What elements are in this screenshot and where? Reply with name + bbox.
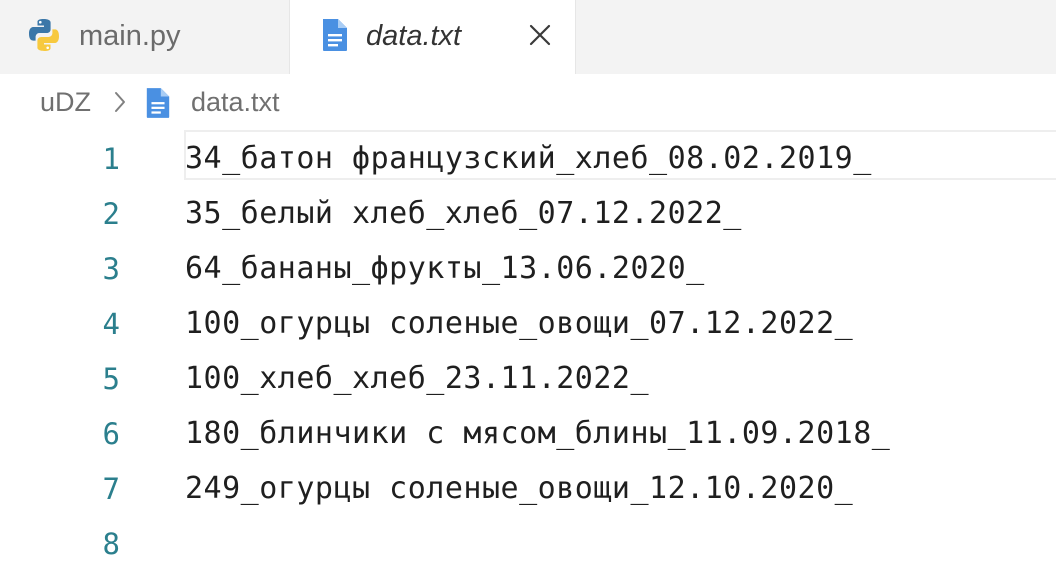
- chevron-right-icon: [113, 91, 127, 118]
- line-text[interactable]: 100_огурцы соленые_овощи_07.12.2022_: [185, 305, 853, 343]
- editor-line[interactable]: 8: [0, 517, 1056, 572]
- line-number: 5: [102, 362, 120, 396]
- file-text-icon: [144, 86, 172, 125]
- editor-line[interactable]: 2 35_белый хлеб_хлеб_07.12.2022_: [0, 187, 1056, 242]
- tab-main-py[interactable]: main.py: [0, 0, 290, 74]
- close-icon[interactable]: [529, 24, 551, 46]
- editor-line[interactable]: 6 180_блинчики с мясом_блины_11.09.2018_: [0, 407, 1056, 462]
- editor-line[interactable]: 7 249_огурцы соленые_овощи_12.10.2020_: [0, 462, 1056, 517]
- tab-data-txt[interactable]: data.txt: [290, 0, 576, 74]
- breadcrumb-folder[interactable]: uDZ: [40, 84, 91, 120]
- line-number: 3: [102, 252, 120, 286]
- line-number: 2: [102, 197, 120, 231]
- line-text[interactable]: 35_белый хлеб_хлеб_07.12.2022_: [185, 195, 742, 233]
- line-number: 7: [102, 472, 120, 506]
- tab-label: data.txt: [366, 20, 462, 52]
- breadcrumb-file[interactable]: data.txt: [191, 84, 280, 120]
- python-icon: [26, 17, 62, 58]
- line-number: 8: [102, 527, 120, 561]
- line-text[interactable]: 180_блинчики с мясом_блины_11.09.2018_: [185, 415, 890, 453]
- editor-line[interactable]: 1 34_батон французский_хлеб_08.02.2019_: [0, 132, 1056, 187]
- tab-label: main.py: [79, 20, 181, 52]
- tab-bar: main.py data.txt: [0, 0, 1056, 74]
- editor-line[interactable]: 4 100_огурцы соленые_овощи_07.12.2022_: [0, 297, 1056, 352]
- editor-line[interactable]: 3 64_бананы_фрукты_13.06.2020_: [0, 242, 1056, 297]
- line-text[interactable]: 64_бананы_фрукты_13.06.2020_: [185, 250, 705, 288]
- line-number: 1: [102, 142, 120, 176]
- line-text[interactable]: 100_хлеб_хлеб_23.11.2022_: [185, 360, 649, 398]
- file-text-icon: [320, 17, 350, 58]
- editor[interactable]: 1 34_батон французский_хлеб_08.02.2019_ …: [0, 130, 1056, 586]
- line-text[interactable]: 34_батон французский_хлеб_08.02.2019_: [185, 140, 872, 178]
- editor-line[interactable]: 5 100_хлеб_хлеб_23.11.2022_: [0, 352, 1056, 407]
- line-number: 4: [102, 307, 120, 341]
- breadcrumb: uDZ data.txt: [0, 74, 1056, 130]
- line-number: 6: [102, 417, 120, 451]
- line-text[interactable]: 249_огурцы соленые_овощи_12.10.2020_: [185, 470, 853, 508]
